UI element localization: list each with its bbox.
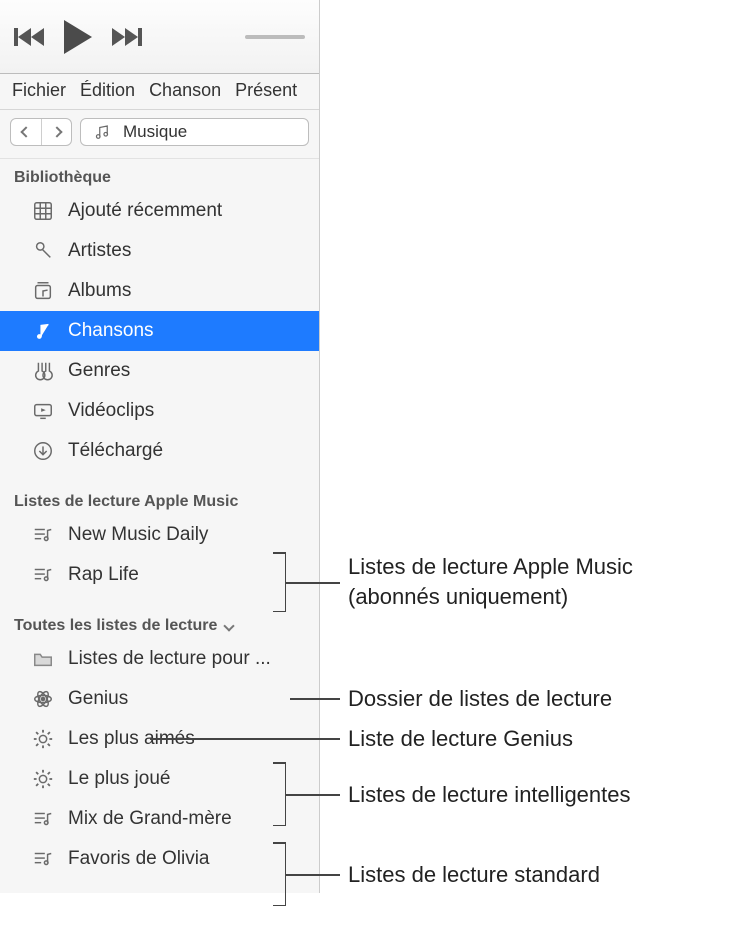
section-head-all-playlists[interactable]: Toutes les listes de lecture (0, 595, 319, 639)
callout-genius: Liste de lecture Genius (348, 724, 573, 754)
callout-standard: Listes de lecture standard (348, 860, 600, 890)
media-picker-label: Musique (123, 122, 187, 142)
chevron-down-icon (224, 620, 235, 631)
play-button[interactable] (64, 20, 92, 54)
nav-row: Musique (0, 110, 319, 159)
forward-button[interactable] (41, 119, 71, 145)
sidebar-item-genres[interactable]: Genres (0, 351, 319, 391)
callout-lead-line (285, 582, 340, 584)
video-icon (30, 398, 56, 424)
callout-lead-line (285, 794, 340, 796)
app-menubar: Fichier Édition Chanson Présent (0, 74, 319, 110)
music-note-icon (30, 318, 56, 344)
media-picker[interactable]: Musique (80, 118, 309, 146)
folder-icon (30, 646, 56, 672)
menu-chanson[interactable]: Chanson (149, 80, 221, 101)
callout-lead-line (290, 698, 340, 700)
sidebar-item-most-played[interactable]: Le plus joué (0, 759, 319, 799)
grid-icon (30, 198, 56, 224)
album-icon (30, 278, 56, 304)
sidebar-item-playlist-folder[interactable]: Listes de lecture pour ... (0, 639, 319, 679)
atom-icon (30, 686, 56, 712)
menu-present[interactable]: Présent (235, 80, 297, 101)
history-nav (10, 118, 72, 146)
sidebar-item-label: Artistes (68, 240, 131, 262)
sidebar-item-genius[interactable]: Genius (0, 679, 319, 719)
sidebar-item-downloaded[interactable]: Téléchargé (0, 431, 319, 471)
sidebar-item-label: Genres (68, 360, 130, 382)
menu-edition[interactable]: Édition (80, 80, 135, 101)
next-track-button[interactable] (112, 28, 142, 46)
guitar-icon (30, 358, 56, 384)
sidebar-item-music-videos[interactable]: Vidéoclips (0, 391, 319, 431)
sidebar-item-recently-added[interactable]: Ajouté récemment (0, 191, 319, 231)
section-head-apple-music: Listes de lecture Apple Music (0, 471, 319, 515)
sidebar-item-label: Genius (68, 688, 128, 710)
sidebar-item-songs[interactable]: Chansons (0, 311, 319, 351)
sidebar-item-rap-life[interactable]: Rap Life (0, 555, 319, 595)
sidebar-item-label: Rap Life (68, 564, 139, 586)
sidebar-item-label: Le plus joué (68, 768, 170, 790)
music-note-icon (89, 119, 115, 145)
sidebar-item-albums[interactable]: Albums (0, 271, 319, 311)
sidebar-item-label: Vidéoclips (68, 400, 154, 422)
sidebar-item-new-music-daily[interactable]: New Music Daily (0, 515, 319, 555)
playlist-icon (30, 562, 56, 588)
callout-lead-line (150, 738, 340, 740)
sidebar-item-label: Listes de lecture pour ... (68, 648, 271, 670)
section-head-label: Toutes les listes de lecture (14, 617, 217, 635)
callout-apple-music: Listes de lecture Apple Music (abonnés u… (348, 552, 633, 611)
volume-slider[interactable] (245, 35, 305, 39)
sidebar-item-olivia-favs[interactable]: Favoris de Olivia (0, 839, 319, 879)
back-button[interactable] (11, 119, 41, 145)
sidebar-item-label: New Music Daily (68, 524, 208, 546)
section-head-library: Bibliothèque (0, 159, 319, 191)
callout-folder: Dossier de listes de lecture (348, 684, 612, 714)
gear-icon (30, 726, 56, 752)
sidebar-item-label: Ajouté récemment (68, 200, 222, 222)
sidebar-item-label: Favoris de Olivia (68, 848, 210, 870)
sidebar-item-label: Mix de Grand-mère (68, 808, 232, 830)
microphone-icon (30, 238, 56, 264)
sidebar-item-label: Albums (68, 280, 131, 302)
playlist-icon (30, 522, 56, 548)
download-icon (30, 438, 56, 464)
playlist-icon (30, 806, 56, 832)
previous-track-button[interactable] (14, 28, 44, 46)
sidebar-item-artists[interactable]: Artistes (0, 231, 319, 271)
sidebar-item-label: Téléchargé (68, 440, 163, 462)
sidebar-item-label: Chansons (68, 320, 154, 342)
playlist-icon (30, 846, 56, 872)
callout-lead-line (285, 874, 340, 876)
callout-smart: Listes de lecture intelligentes (348, 780, 631, 810)
sidebar-item-grandma-mix[interactable]: Mix de Grand-mère (0, 799, 319, 839)
gear-icon (30, 766, 56, 792)
playback-toolbar (0, 0, 319, 74)
menu-fichier[interactable]: Fichier (12, 80, 66, 101)
